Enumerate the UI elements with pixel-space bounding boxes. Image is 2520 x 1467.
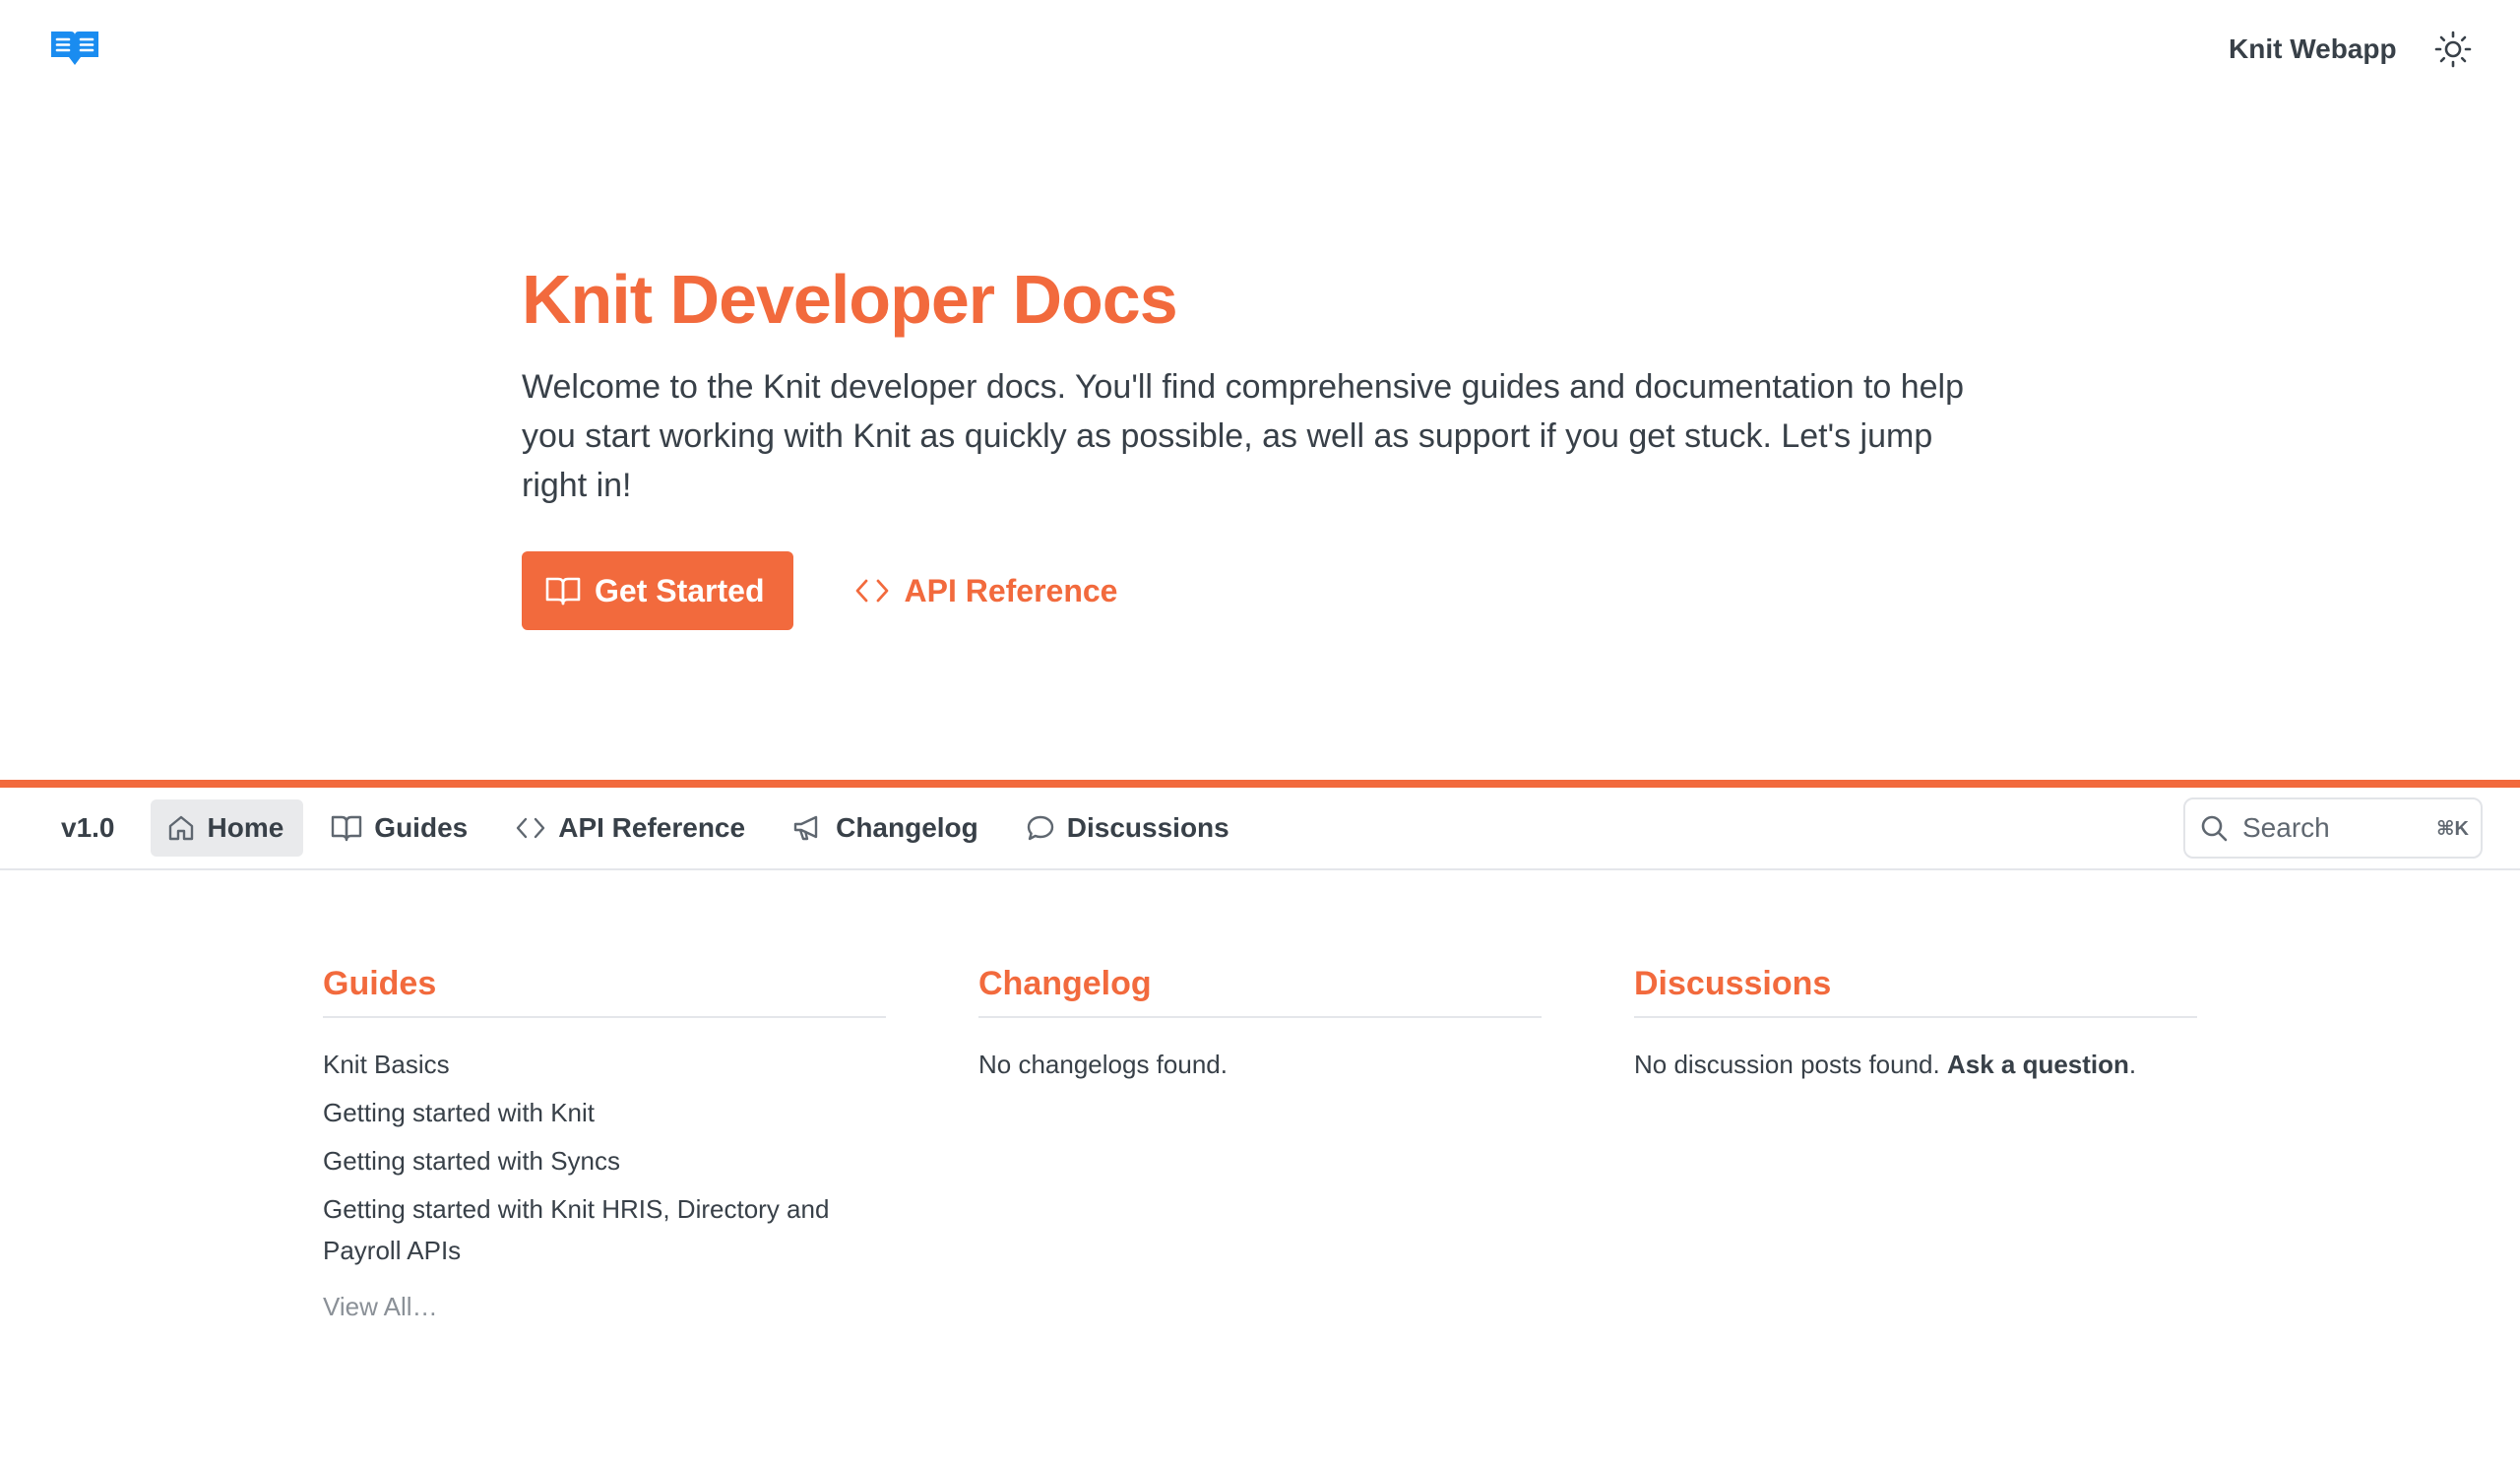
page: Knit Webapp Knit Developer Docs Welcome … [0, 0, 2520, 1467]
discussions-empty-text: No discussion posts found. Ask a questio… [1634, 1044, 2197, 1085]
nav-item-label: Guides [374, 812, 469, 843]
discussions-cta-suffix: . [2128, 1050, 2137, 1079]
ask-question-link[interactable]: Ask a question [1947, 1050, 2129, 1079]
sun-icon [2434, 31, 2472, 68]
chat-bubble-icon [1027, 815, 1053, 841]
nav-item-label: API Reference [558, 812, 746, 843]
get-started-label: Get Started [595, 572, 765, 608]
api-reference-label: API Reference [904, 572, 1118, 608]
book-open-icon [545, 577, 581, 606]
nav-item-api-reference[interactable]: API Reference [499, 799, 765, 857]
discussions-column: Discussions No discussion posts found. A… [1634, 961, 2197, 1085]
search-box[interactable]: Search ⌘K [2183, 797, 2483, 859]
changelog-column: Changelog No changelogs found. [978, 961, 1542, 1085]
megaphone-icon [793, 815, 818, 841]
api-reference-link[interactable]: API Reference [854, 573, 1117, 609]
hero-section: Knit Developer Docs Welcome to the Knit … [522, 258, 2018, 630]
list-item[interactable]: Getting started with Knit HRIS, Director… [323, 1188, 886, 1271]
nav-item-label: Changelog [836, 812, 978, 843]
book-logo-icon[interactable] [49, 28, 100, 67]
nav-item-guides[interactable]: Guides [315, 799, 487, 857]
knit-webapp-link[interactable]: Knit Webapp [2229, 30, 2397, 69]
version-selector[interactable]: v1.0 [61, 812, 115, 844]
guides-column: Guides Knit Basics Getting started with … [323, 961, 886, 1322]
changelog-column-title[interactable]: Changelog [978, 961, 1542, 1018]
code-icon [517, 817, 545, 839]
search-placeholder: Search [2242, 812, 2330, 843]
code-icon [856, 579, 889, 603]
list-item[interactable]: Knit Basics [323, 1044, 886, 1085]
search-icon [2201, 815, 2228, 842]
list-item[interactable]: Getting started with Knit [323, 1092, 886, 1133]
get-started-button[interactable]: Get Started [522, 551, 794, 630]
guides-list: Knit Basics Getting started with Knit Ge… [323, 1044, 886, 1271]
list-item[interactable]: Getting started with Syncs [323, 1140, 886, 1181]
nav-item-discussions[interactable]: Discussions [1010, 799, 1249, 857]
main-nav: v1.0 Home Guides API Reference Changelog… [0, 780, 2520, 870]
discussions-empty-message: No discussion posts found. [1634, 1050, 1940, 1079]
hero-title: Knit Developer Docs [522, 261, 1178, 338]
home-icon [168, 815, 193, 841]
discussions-column-title[interactable]: Discussions [1634, 961, 2197, 1018]
changelog-empty-text: No changelogs found. [978, 1050, 1228, 1079]
book-open-icon [332, 815, 362, 842]
guides-column-title[interactable]: Guides [323, 961, 886, 1018]
search-shortcut: ⌘K [2436, 817, 2469, 840]
nav-item-home[interactable]: Home [150, 799, 304, 857]
nav-item-changelog[interactable]: Changelog [777, 799, 998, 857]
hero-actions: Get Started API Reference [522, 551, 2018, 630]
view-all-guides-link[interactable]: View All… [323, 1292, 438, 1322]
nav-item-label: Discussions [1066, 812, 1229, 843]
nav-item-label: Home [207, 812, 284, 843]
theme-toggle-button[interactable] [2433, 30, 2473, 69]
hero-description: Welcome to the Knit developer docs. You'… [522, 368, 1965, 504]
